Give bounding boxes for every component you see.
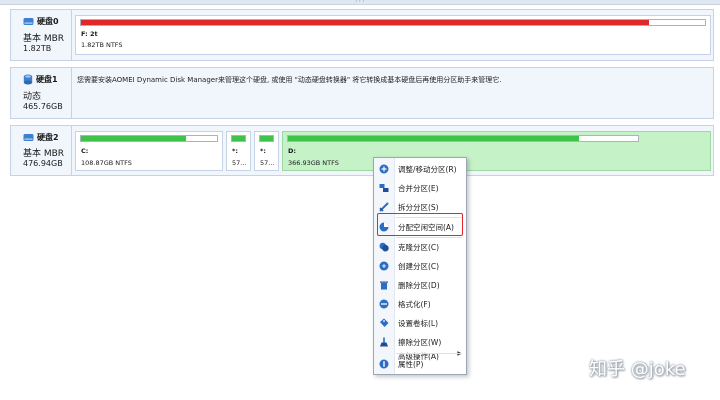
create-icon [379,261,389,271]
disk-row-1[interactable]: 硬盘1 动态 465.76GB 您需要安装AOMEI Dynamic Disk … [10,67,714,119]
partition-c[interactable]: C: 108.87GB NTFS [75,131,223,171]
disk-type: 基本 MBR [23,34,65,44]
partition-label: D: [288,147,296,155]
disk-size: 476.94GB [23,159,63,168]
usage-bar-fill [232,136,245,141]
menu-item-label: 创建分区(C) [398,262,440,271]
disk-info-1: 硬盘1 动态 465.76GB [11,68,72,118]
disk-size: 465.76GB [23,102,63,111]
disk-info-2: 硬盘2 基本 MBR 476.94GB [11,126,72,175]
usage-bar-fill [260,136,273,141]
highlight-annotation-box [377,213,463,236]
partition-label: *: [232,147,238,155]
menu-item-create[interactable]: 创建分区(C) [374,257,466,276]
hard-disk-icon [23,18,34,25]
partition-label: *: [260,147,266,155]
delete-icon [380,281,388,290]
menu-item-label: 设置卷标(L) [398,319,439,328]
usage-bar [231,135,246,142]
clone-icon [379,242,389,252]
menu-item-label: 拆分分区(S) [398,203,439,212]
menu-item-label: 克隆分区(C) [398,243,440,252]
usage-bar-fill [81,136,186,141]
menu-item-set-label[interactable]: 设置卷标(L) [374,314,466,333]
disk-name: 硬盘2 [37,133,59,142]
menu-item-format[interactable]: 格式化(F) [374,295,466,314]
partition-star-2[interactable]: *: 57... [254,131,279,171]
usage-bar [80,135,218,142]
watermark: 知乎 @joke [589,359,686,380]
disk-name: 硬盘0 [37,17,59,26]
partition-star-1[interactable]: *: 57... [226,131,251,171]
disk-type: 动态 [23,92,42,102]
menu-item-properties[interactable]: 属性(P) [374,356,466,372]
partition-f[interactable]: F: 2t 1.82TB NTFS [75,15,711,55]
usage-bar [287,135,639,142]
splitter-grip-icon: ··· [355,0,366,6]
menu-item-label: 属性(P) [398,360,424,369]
menu-item-label: 格式化(F) [398,300,431,309]
menu-item-wipe[interactable]: 擦除分区(W) [374,333,466,352]
partition-context-menu: 调整/移动分区(R) 合并分区(E) 拆分分区(S) 分配空闲空间(A) 克隆分… [373,157,467,375]
partition-info: 57... [232,159,247,167]
menu-item-label: 调整/移动分区(R) [398,165,457,174]
menu-item-delete[interactable]: 删除分区(D) [374,276,466,295]
menu-item-clone[interactable]: 克隆分区(C) [374,238,466,257]
partition-info: 1.82TB NTFS [81,41,123,49]
disk-type: 基本 MBR [23,149,65,159]
disk-row-2[interactable]: 硬盘2 基本 MBR 476.94GB C: 108.87GB NTFS *: … [10,125,714,176]
merge-icon [379,184,389,192]
menu-item-label: 擦除分区(W) [398,338,442,347]
usage-bar [80,19,706,26]
dynamic-disk-message: 您需要安装AOMEI Dynamic Disk Manager来管理这个硬盘, … [77,76,502,84]
partition-info: 57... [260,159,275,167]
dynamic-disk-icon [23,74,33,85]
disk-size: 1.82TB [23,44,52,53]
partition-label: F: 2t [81,30,98,38]
format-icon [379,299,389,309]
label-icon [380,318,389,327]
split-icon [379,202,389,212]
properties-icon [379,359,389,369]
partition-d[interactable]: D: 366.93GB NTFS [282,131,711,171]
menu-item-label: 合并分区(E) [398,184,439,193]
top-splitter[interactable]: ··· [0,0,720,6]
menu-item-merge[interactable]: 合并分区(E) [374,179,466,198]
hard-disk-icon [23,134,34,141]
usage-bar-fill [288,136,579,141]
menu-separator [396,353,462,354]
menu-item-label: 删除分区(D) [398,281,440,290]
partition-info: 366.93GB NTFS [288,159,339,167]
wipe-icon [380,337,388,347]
partition-info: 108.87GB NTFS [81,159,132,167]
disk-row-0[interactable]: 硬盘0 基本 MBR 1.82TB F: 2t 1.82TB NTFS [10,9,714,61]
usage-bar [259,135,274,142]
menu-item-resize-move[interactable]: 调整/移动分区(R) [374,160,466,179]
partition-label: C: [81,147,89,155]
usage-bar-fill [81,20,649,25]
disk-info-0: 硬盘0 基本 MBR 1.82TB [11,10,72,60]
disk-name: 硬盘1 [36,75,58,84]
resize-move-icon [379,164,389,174]
